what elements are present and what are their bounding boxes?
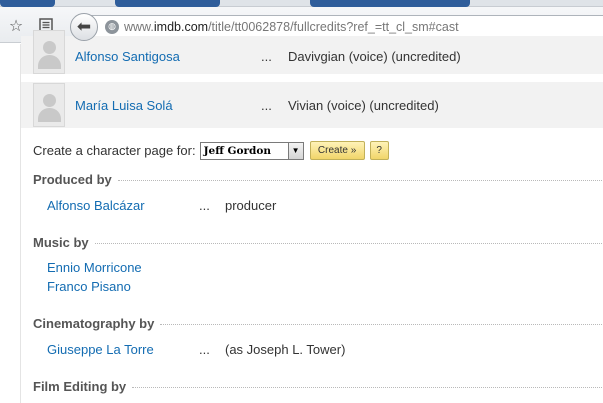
cast-character: Davivgian (voice) (uncredited) [288,49,461,64]
browser-tab[interactable] [310,0,470,7]
section-film-editing-by: Film Editing by [33,379,603,394]
cast-row: Alfonso Santigosa ... Davivgian (voice) … [21,30,603,74]
character-select[interactable]: Jeff Gordon ▼ [199,141,304,160]
credit-name-link[interactable]: Giuseppe La Torre [47,342,154,357]
browser-tab-active[interactable] [115,0,220,7]
divider [117,180,603,181]
section-title: Music by [33,235,89,250]
person-placeholder-icon[interactable] [33,30,65,74]
credit-dots: ... [199,342,210,357]
cast-actor-link[interactable]: Alfonso Santigosa [75,49,180,64]
globe-icon: ◍ [105,20,119,34]
credit-name-link[interactable]: Alfonso Balcázar [47,198,145,213]
cast-actor-link[interactable]: María Luisa Solá [75,98,173,113]
dropdown-arrow-icon[interactable]: ▼ [287,142,303,159]
cast-character: Vivian (voice) (uncredited) [288,98,439,113]
url-text: www.imdb.com/title/tt0062878/fullcredits… [124,20,459,34]
divider [160,324,603,325]
create-button[interactable]: Create » [309,141,365,160]
page-content: Alfonso Santigosa ... Davivgian (voice) … [20,30,603,403]
credit-role: (as Joseph L. Tower) [225,342,346,357]
character-page-form: Create a character page for: Jeff Gordon… [33,141,389,160]
star-icon[interactable]: ☆ [6,15,26,35]
section-produced-by: Produced by [33,172,603,187]
person-placeholder-icon[interactable] [33,83,65,127]
section-title: Produced by [33,172,112,187]
tab-strip [0,0,603,7]
cast-dots: ... [261,98,272,113]
credit-name-link[interactable]: Franco Pisano [47,279,131,294]
character-select-value: Jeff Gordon [203,144,271,157]
section-cinematography-by: Cinematography by [33,316,603,331]
browser-tab[interactable] [0,0,55,7]
section-title: Cinematography by [33,316,155,331]
back-arrow-icon[interactable]: ⬅ [70,13,98,41]
credit-role: producer [225,198,277,213]
divider [94,243,603,244]
cast-dots: ... [261,49,272,64]
section-title: Film Editing by [33,379,127,394]
character-page-label: Create a character page for: [33,143,196,158]
section-music-by: Music by [33,235,603,250]
credit-name-link[interactable]: Ennio Morricone [47,260,142,275]
cast-row: María Luisa Solá ... Vivian (voice) (unc… [21,82,603,128]
help-button[interactable]: ? [369,141,389,160]
credit-dots: ... [199,198,210,213]
divider [132,387,603,388]
